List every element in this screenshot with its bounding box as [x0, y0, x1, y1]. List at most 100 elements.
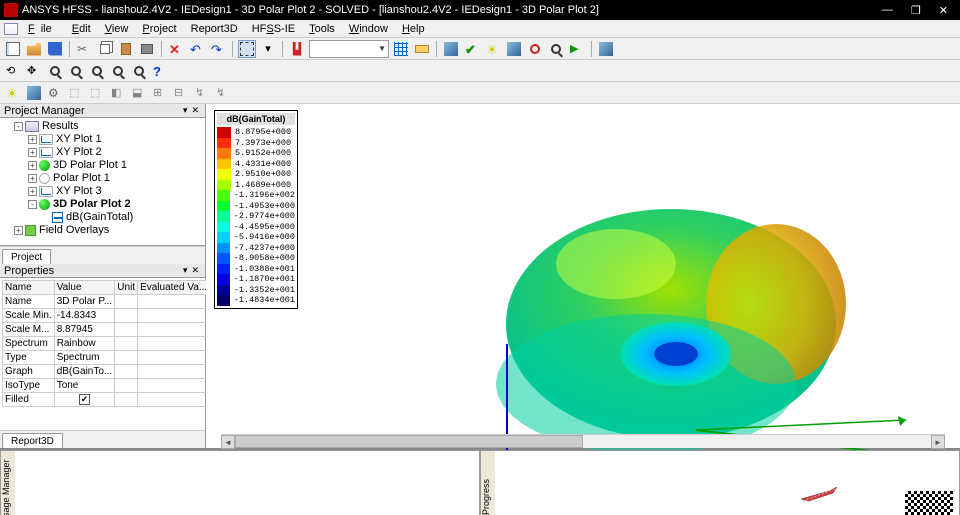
- menu-window[interactable]: Window: [343, 23, 394, 35]
- zoom-in-button[interactable]: [109, 62, 127, 80]
- snap-button[interactable]: [288, 40, 306, 58]
- zoom-button[interactable]: [547, 40, 565, 58]
- save-button[interactable]: [46, 40, 64, 58]
- tb3-5[interactable]: ⬚: [88, 84, 106, 102]
- props-col[interactable]: Unit: [115, 281, 138, 295]
- properties-grid[interactable]: NameValueUnitEvaluated Va...Name3D Polar…: [0, 278, 205, 430]
- close-button[interactable]: ✕: [939, 4, 948, 17]
- menu-view[interactable]: View: [99, 23, 135, 35]
- menu-help[interactable]: Help: [396, 23, 431, 35]
- zoom-out-button[interactable]: [130, 62, 148, 80]
- tb3-2[interactable]: [25, 84, 43, 102]
- message-manager-tab[interactable]: Message Manager: [0, 451, 15, 515]
- props-col[interactable]: Name: [3, 281, 55, 295]
- rotate-button[interactable]: ⟲: [4, 62, 22, 80]
- play-button[interactable]: ▶: [568, 40, 586, 58]
- props-value-4[interactable]: Spectrum: [54, 351, 115, 365]
- tb3-10[interactable]: ↯: [193, 84, 211, 102]
- open-button[interactable]: [25, 40, 43, 58]
- results-cube-button[interactable]: [597, 40, 615, 58]
- units-combo[interactable]: ▼: [309, 40, 389, 58]
- pan-button[interactable]: ✥: [25, 62, 43, 80]
- viewport-scrollbar[interactable]: ◄ ►: [221, 434, 945, 448]
- tb3-9[interactable]: ⊟: [172, 84, 190, 102]
- props-value-3[interactable]: Rainbow: [54, 337, 115, 351]
- props-close-icon[interactable]: ✕: [189, 265, 201, 276]
- progress-panel[interactable]: Progress 模友之吧 http://www.moz8.com: [480, 450, 960, 515]
- new-button[interactable]: [4, 40, 22, 58]
- cut-button[interactable]: ✂: [75, 40, 93, 58]
- props-tab-report3d[interactable]: Report3D: [2, 433, 63, 448]
- tree-item-5[interactable]: -3D Polar Plot 2: [2, 198, 203, 211]
- fit-all-button[interactable]: [67, 62, 85, 80]
- props-value-0[interactable]: 3D Polar P...: [54, 295, 115, 309]
- mesh-button[interactable]: [505, 40, 523, 58]
- fit-sel-button[interactable]: [88, 62, 106, 80]
- undo-button[interactable]: ↶: [188, 40, 206, 58]
- tb3-6[interactable]: ◧: [109, 84, 127, 102]
- props-pin-icon[interactable]: ▾: [181, 265, 190, 276]
- tree-results[interactable]: -Results: [2, 120, 203, 133]
- props-row-2[interactable]: Scale M...8.87945: [3, 323, 210, 337]
- tb3-7[interactable]: ⬓: [130, 84, 148, 102]
- tree-item-2[interactable]: +3D Polar Plot 1: [2, 159, 203, 172]
- tree-item-5-0[interactable]: dB(GainTotal): [2, 211, 203, 224]
- project-manager-tree[interactable]: -Results+XY Plot 1+XY Plot 2+3D Polar Pl…: [0, 118, 205, 246]
- tb3-8[interactable]: ⊞: [151, 84, 169, 102]
- props-value-5[interactable]: dB(GainTo...: [54, 365, 115, 379]
- tree-item-3[interactable]: +Polar Plot 1: [2, 172, 203, 185]
- analyze-button[interactable]: ✔: [463, 40, 481, 58]
- props-row-7[interactable]: Filled✔: [3, 393, 210, 407]
- tb3-3[interactable]: ⚙: [46, 84, 64, 102]
- props-col[interactable]: Value: [54, 281, 115, 295]
- redo-button[interactable]: ↷: [209, 40, 227, 58]
- menu-project[interactable]: Project: [136, 23, 182, 35]
- viewport-3d[interactable]: dB(GainTotal) 8.8795e+0007.3973e+0005.91…: [206, 104, 960, 448]
- delete-button[interactable]: ✕: [167, 40, 185, 58]
- tree-field-overlays[interactable]: +Field Overlays: [2, 224, 203, 237]
- print-button[interactable]: [138, 40, 156, 58]
- props-row-3[interactable]: SpectrumRainbow: [3, 337, 210, 351]
- props-row-1[interactable]: Scale Min.-14.8343: [3, 309, 210, 323]
- tb3-1[interactable]: ☀: [4, 84, 22, 102]
- fit-button[interactable]: [46, 62, 64, 80]
- props-col[interactable]: Evaluated Va...: [138, 281, 210, 295]
- pm-close-icon[interactable]: ✕: [189, 105, 201, 116]
- props-row-6[interactable]: IsoTypeTone: [3, 379, 210, 393]
- minimize-button[interactable]: —: [882, 4, 893, 17]
- props-value-1[interactable]: -14.8343: [54, 309, 115, 323]
- select-mode-button[interactable]: [238, 40, 256, 58]
- props-row-5[interactable]: GraphdB(GainTo...: [3, 365, 210, 379]
- help-button[interactable]: ?: [151, 62, 169, 80]
- select-arrow-button[interactable]: ▾: [259, 40, 277, 58]
- scroll-right-icon[interactable]: ►: [931, 435, 945, 449]
- menu-hfss-ie[interactable]: HFSS-IE: [246, 23, 301, 35]
- light-button[interactable]: ☀: [484, 40, 502, 58]
- scroll-thumb[interactable]: [235, 435, 583, 448]
- menu-tools[interactable]: Tools: [303, 23, 341, 35]
- scroll-left-icon[interactable]: ◄: [221, 435, 235, 449]
- pm-tab-project[interactable]: Project: [2, 249, 51, 264]
- copy-button[interactable]: [96, 40, 114, 58]
- paste-button[interactable]: [117, 40, 135, 58]
- menu-file[interactable]: File: [22, 23, 64, 35]
- target-button[interactable]: [526, 40, 544, 58]
- pm-pin-icon[interactable]: ▾: [181, 105, 190, 116]
- validate-button[interactable]: [442, 40, 460, 58]
- message-panel[interactable]: Message Manager: [0, 450, 480, 515]
- menu-edit[interactable]: Edit: [66, 23, 97, 35]
- grid-button[interactable]: [392, 40, 410, 58]
- tree-item-0[interactable]: +XY Plot 1: [2, 133, 203, 146]
- progress-tab[interactable]: Progress: [480, 451, 495, 515]
- menu-report3d[interactable]: Report3D: [185, 23, 244, 35]
- props-value-2[interactable]: 8.87945: [54, 323, 115, 337]
- props-check[interactable]: ✔: [79, 394, 90, 405]
- maximize-button[interactable]: ❐: [911, 4, 921, 17]
- props-row-4[interactable]: TypeSpectrum: [3, 351, 210, 365]
- props-value-6[interactable]: Tone: [54, 379, 115, 393]
- tb3-11[interactable]: ↯: [214, 84, 232, 102]
- tb3-4[interactable]: ⬚: [67, 84, 85, 102]
- props-row-0[interactable]: Name3D Polar P...: [3, 295, 210, 309]
- tree-item-4[interactable]: +XY Plot 3: [2, 185, 203, 198]
- ruler-button[interactable]: [413, 40, 431, 58]
